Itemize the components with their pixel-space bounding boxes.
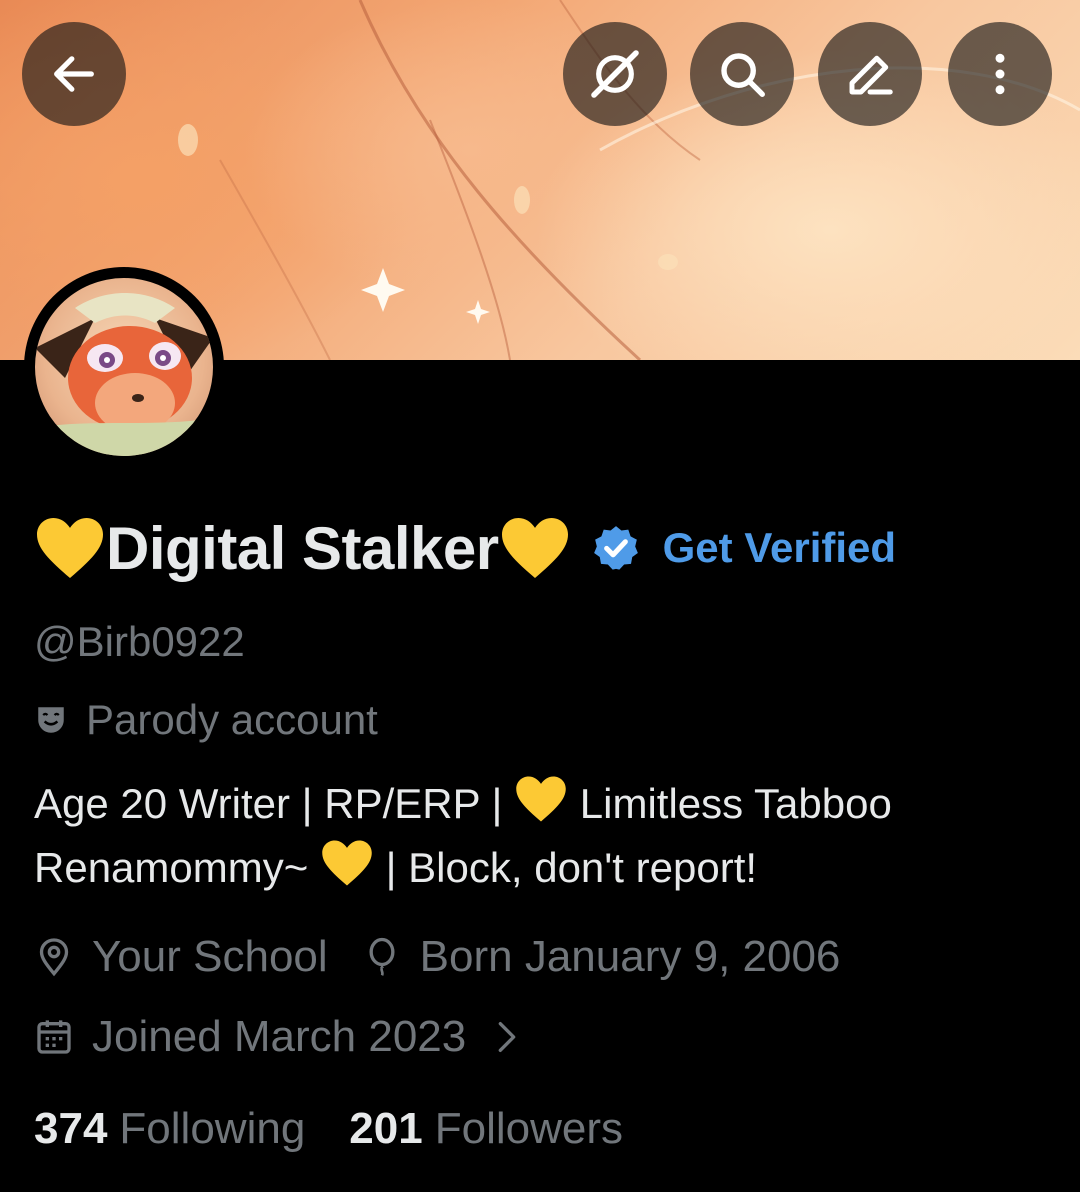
parody-mask-icon xyxy=(34,703,68,737)
chevron-right-icon xyxy=(492,1017,522,1057)
search-icon xyxy=(721,53,765,97)
parody-label-text: Parody account xyxy=(86,696,378,743)
profile-handle: @Birb0922 xyxy=(34,618,245,665)
back-button[interactable] xyxy=(22,22,126,126)
following-label: Following xyxy=(119,1104,306,1153)
followers-label: Followers xyxy=(434,1104,623,1153)
bio-text: | Block, don't report! xyxy=(373,844,758,891)
more-button[interactable] xyxy=(948,22,1052,126)
bio-text: Renamommy~ xyxy=(34,844,320,891)
get-verified-link[interactable]: Get Verified xyxy=(663,524,896,572)
avatar[interactable] xyxy=(24,267,224,467)
yellow-heart-icon xyxy=(37,518,103,578)
followers-count: 201 xyxy=(349,1104,423,1153)
yellow-heart-icon xyxy=(516,776,566,822)
arrow-left-icon xyxy=(54,56,94,92)
balloon-icon xyxy=(362,937,402,977)
followers-link[interactable]: 201 Followers xyxy=(349,1104,623,1154)
parody-account-label[interactable]: Parody account xyxy=(34,696,378,744)
profile-meta-row-1: Your School Born January 9, 2006 xyxy=(34,932,840,982)
display-name: Digital Stalker xyxy=(106,514,499,582)
following-count: 374 xyxy=(34,1104,108,1153)
location-item: Your School xyxy=(34,932,328,982)
joined-row[interactable]: Joined March 2023 xyxy=(34,1012,522,1062)
birthday-text: Born January 9, 2006 xyxy=(419,932,841,981)
yellow-heart-icon xyxy=(322,840,372,886)
bio-line-2: Renamommy~ | Block, don't report! xyxy=(34,836,1054,900)
location-text: Your School xyxy=(92,932,328,981)
location-pin-icon xyxy=(34,937,74,977)
calendar-icon xyxy=(34,1017,74,1057)
bio-line-1: Age 20 Writer | RP/ERP | Limitless Tabbo… xyxy=(34,772,1054,836)
profile-bio: Age 20 Writer | RP/ERP | Limitless Tabbo… xyxy=(34,772,1054,900)
more-vertical-icon xyxy=(995,53,1005,95)
bio-text: Age 20 Writer | RP/ERP | xyxy=(34,780,515,827)
grok-icon xyxy=(591,50,639,98)
birthday-item: Born January 9, 2006 xyxy=(362,932,841,982)
edit-icon xyxy=(849,55,893,95)
grok-button[interactable] xyxy=(563,22,667,126)
profile-name-row: Digital Stalker Get Verified xyxy=(34,508,896,588)
follow-stats: 374 Following 201 Followers xyxy=(34,1104,623,1154)
yellow-heart-icon xyxy=(501,518,568,578)
avatar-image xyxy=(35,278,213,456)
search-button[interactable] xyxy=(690,22,794,126)
following-link[interactable]: 374 Following xyxy=(34,1104,305,1154)
joined-text: Joined March 2023 xyxy=(92,1012,467,1061)
verified-badge-icon[interactable] xyxy=(591,523,641,573)
edit-button[interactable] xyxy=(818,22,922,126)
bio-text: Limitless Tabboo xyxy=(568,780,892,827)
